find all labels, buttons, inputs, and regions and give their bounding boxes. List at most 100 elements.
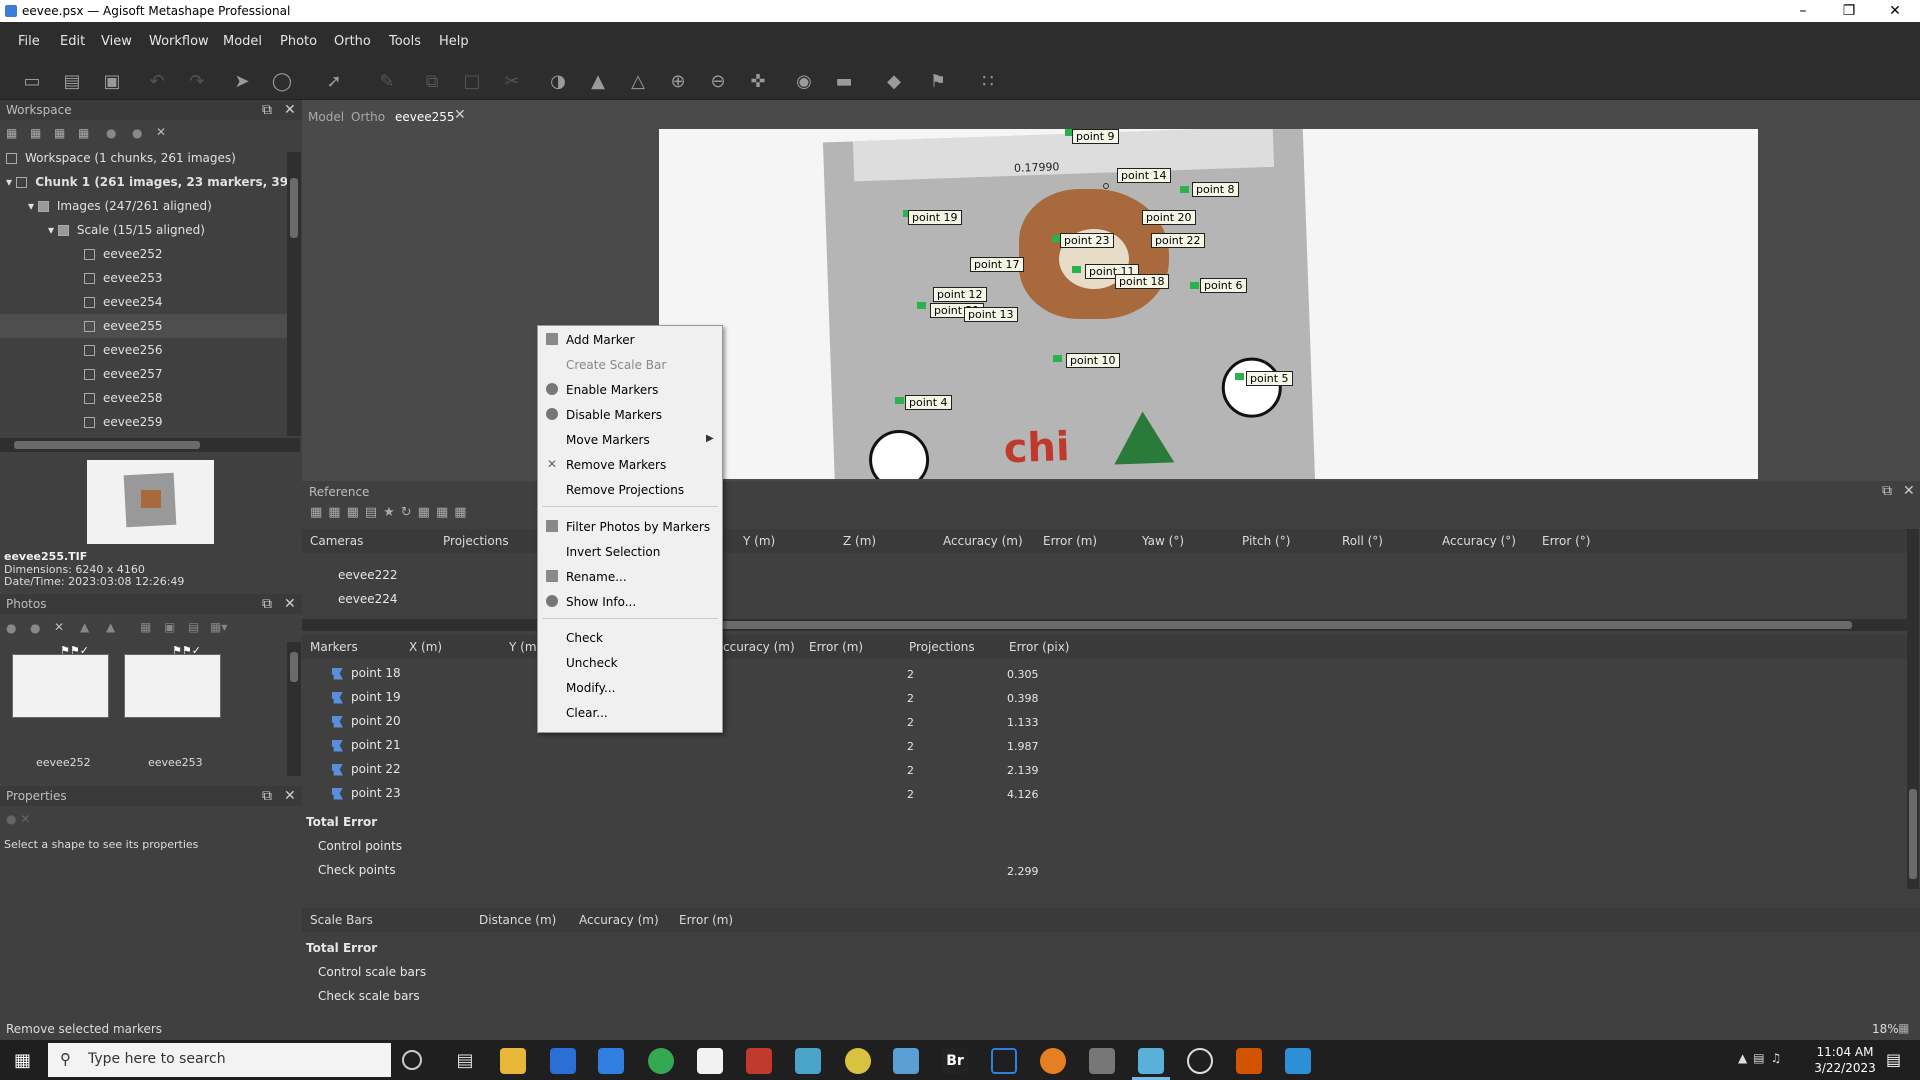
- camera-row[interactable]: eevee222: [338, 568, 398, 582]
- grid-dots-icon[interactable]: ∷: [976, 70, 1000, 94]
- store-icon[interactable]: [550, 1048, 576, 1074]
- clock-time[interactable]: 11:04 AM: [1810, 1045, 1880, 1059]
- tree-image-item[interactable]: eevee259: [0, 410, 302, 434]
- undo-icon[interactable]: ↶: [145, 70, 169, 94]
- chunk-row[interactable]: ▾ Chunk 1 (261 images, 23 markers, 39,67…: [0, 170, 287, 194]
- document-icon[interactable]: [697, 1048, 723, 1074]
- menu-edit[interactable]: Edit: [60, 34, 85, 49]
- tree-image-item[interactable]: eevee257: [0, 362, 302, 386]
- col-error-deg[interactable]: Error (°): [1542, 534, 1590, 548]
- app-orange-icon[interactable]: [1236, 1048, 1262, 1074]
- marker-label[interactable]: point 19: [908, 210, 962, 225]
- workspace-hscroll[interactable]: [0, 438, 300, 452]
- app-circle-icon[interactable]: [991, 1048, 1017, 1074]
- photo-thumbnail[interactable]: [12, 654, 109, 718]
- close-panel-icon[interactable]: ✕: [284, 100, 296, 120]
- remove-icon[interactable]: ✕: [156, 125, 166, 139]
- task-view-icon[interactable]: ▤: [452, 1048, 478, 1074]
- menu-create-scale-bar[interactable]: Create Scale Bar: [566, 358, 666, 372]
- add-property-icon[interactable]: ● ✕: [6, 812, 30, 826]
- camera-row[interactable]: eevee224: [338, 592, 398, 606]
- disable-icon[interactable]: ●: [132, 126, 142, 140]
- close-tab-icon[interactable]: ✕: [454, 107, 466, 123]
- col-error-pix[interactable]: Error (pix): [1009, 640, 1069, 654]
- list-icon[interactable]: ▤: [188, 620, 199, 634]
- navigation-arrow-icon[interactable]: ➤: [230, 70, 254, 94]
- cortana-icon[interactable]: [402, 1050, 422, 1070]
- tree-image-item[interactable]: eevee258: [0, 386, 302, 410]
- menu-workflow[interactable]: Workflow: [149, 34, 209, 49]
- marker-label[interactable]: point 8: [1192, 182, 1239, 197]
- tree-image-item[interactable]: eevee252: [0, 242, 302, 266]
- menu-photo[interactable]: Photo: [280, 34, 317, 49]
- marker-label[interactable]: point 6: [1200, 278, 1247, 293]
- photos-vscroll[interactable]: [287, 642, 301, 776]
- menu-uncheck[interactable]: Uncheck: [566, 656, 618, 670]
- menu-remove-markers[interactable]: Remove Markers: [566, 458, 666, 472]
- scale-folder[interactable]: ▾ Scale (15/15 aligned): [0, 218, 302, 242]
- marker-row[interactable]: point 21: [332, 738, 401, 752]
- col-error[interactable]: Error (m): [1043, 534, 1097, 548]
- marker-label[interactable]: point 9: [1072, 129, 1119, 144]
- add-chunk-icon[interactable]: ▦: [6, 126, 17, 140]
- pencil-icon[interactable]: ✎: [375, 70, 399, 94]
- cut-icon[interactable]: ✂: [500, 70, 524, 94]
- images-folder[interactable]: ▾ Images (247/261 aligned): [0, 194, 302, 218]
- marker-label[interactable]: point 22: [1151, 233, 1205, 248]
- menu-move-markers[interactable]: Move Markers: [566, 433, 650, 447]
- col-cameras[interactable]: Cameras: [310, 534, 363, 548]
- windows-start-icon[interactable]: ▦: [14, 1050, 34, 1071]
- view-mode-icon[interactable]: ▦▾: [210, 620, 227, 634]
- col-x[interactable]: X (m): [409, 640, 442, 654]
- marker-row[interactable]: point 18: [332, 666, 401, 680]
- marker-label[interactable]: point 4: [905, 395, 952, 410]
- float-panel-icon[interactable]: ⧉: [262, 594, 272, 614]
- add-folder-icon[interactable]: ▦: [54, 126, 65, 140]
- notification-icon[interactable]: ▤: [1886, 1050, 1901, 1069]
- close-panel-icon[interactable]: ✕: [284, 786, 296, 806]
- tree-image-item-selected[interactable]: eevee255: [0, 314, 287, 338]
- col-z[interactable]: Z (m): [843, 534, 876, 548]
- menu-enable-markers[interactable]: Enable Markers: [566, 383, 658, 397]
- app-red-icon[interactable]: [746, 1048, 772, 1074]
- marker-row[interactable]: point 22: [332, 762, 401, 776]
- disable-icon[interactable]: ●: [30, 621, 40, 635]
- save-icon[interactable]: ▣: [100, 70, 124, 94]
- col-pitch[interactable]: Pitch (°): [1242, 534, 1290, 548]
- menu-check[interactable]: Check: [566, 631, 603, 645]
- app-cube-icon[interactable]: [893, 1048, 919, 1074]
- app-blue-icon[interactable]: [795, 1048, 821, 1074]
- col-roll[interactable]: Roll (°): [1342, 534, 1383, 548]
- col-error[interactable]: Error (m): [809, 640, 863, 654]
- menu-help[interactable]: Help: [439, 34, 469, 49]
- tab-ortho[interactable]: Ortho: [351, 110, 385, 124]
- add-photos-icon[interactable]: ▦: [30, 126, 41, 140]
- rotate-right-icon[interactable]: ▲: [106, 620, 115, 634]
- tree-image-item[interactable]: eevee253: [0, 266, 302, 290]
- workspace-root[interactable]: Workspace (1 chunks, 261 images): [0, 146, 302, 170]
- rotate-left-icon[interactable]: ▲: [80, 620, 89, 634]
- grid-icon[interactable]: ▦: [140, 620, 151, 634]
- clock-date[interactable]: 3/22/2023: [1810, 1061, 1880, 1075]
- tree-image-item[interactable]: eevee254: [0, 290, 302, 314]
- mask-icon[interactable]: ▲: [586, 70, 610, 94]
- menu-clear[interactable]: Clear...: [566, 706, 608, 720]
- col-yaw[interactable]: Yaw (°): [1142, 534, 1184, 548]
- menu-view[interactable]: View: [101, 34, 132, 49]
- marker-label[interactable]: point 18: [1115, 274, 1169, 289]
- app-box-icon[interactable]: [1089, 1048, 1115, 1074]
- mask-edit-icon[interactable]: △: [626, 70, 650, 94]
- enable-icon[interactable]: ●: [106, 126, 116, 140]
- enable-icon[interactable]: ●: [6, 621, 16, 635]
- marker-label[interactable]: point 20: [1142, 210, 1196, 225]
- tree-image-item[interactable]: eevee256: [0, 338, 302, 362]
- merge-icon[interactable]: ▦: [78, 126, 89, 140]
- close-panel-icon[interactable]: ✕: [284, 594, 296, 614]
- metashape-icon[interactable]: [1138, 1048, 1164, 1074]
- crop-icon[interactable]: □: [460, 70, 484, 94]
- app-photo-icon[interactable]: [1285, 1048, 1311, 1074]
- menu-disable-markers[interactable]: Disable Markers: [566, 408, 662, 422]
- menu-rename[interactable]: Rename...: [566, 570, 627, 584]
- col-distance[interactable]: Distance (m): [479, 913, 556, 927]
- col-scale-bars[interactable]: Scale Bars: [310, 913, 373, 927]
